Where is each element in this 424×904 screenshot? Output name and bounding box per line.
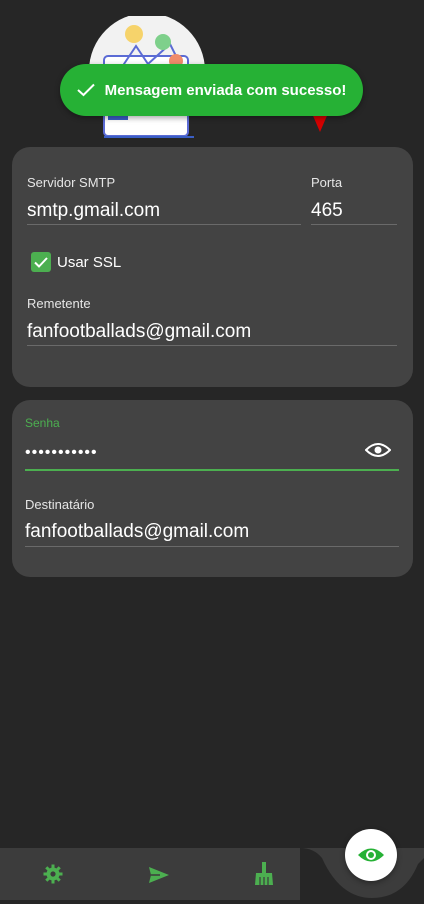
smtp-settings-card: Servidor SMTP smtp.gmail.com Porta 465 U… — [12, 147, 413, 387]
success-toast: Mensagem enviada com sucesso! — [60, 64, 363, 116]
server-input[interactable]: smtp.gmail.com — [27, 200, 160, 222]
eye-icon — [358, 848, 384, 862]
port-input[interactable]: 465 — [311, 200, 343, 222]
send-icon[interactable] — [148, 866, 170, 884]
sender-input[interactable]: fanfootballads@gmail.com — [27, 321, 251, 343]
toast-message: Mensagem enviada com sucesso! — [104, 81, 347, 99]
sender-label: Remetente — [27, 296, 91, 311]
show-password-eye-icon[interactable] — [365, 442, 391, 458]
password-input[interactable]: ••••••••••• — [25, 444, 98, 462]
ssl-label[interactable]: Usar SSL — [57, 254, 121, 271]
recipient-input[interactable]: fanfootballads@gmail.com — [25, 521, 249, 543]
gear-icon[interactable] — [43, 864, 63, 884]
password-label: Senha — [25, 416, 60, 430]
sender-underline — [27, 345, 397, 346]
recipient-underline — [25, 546, 399, 547]
checkbox-check-icon — [34, 256, 48, 268]
auth-card: Senha ••••••••••• Destinatário fanfootba… — [12, 400, 413, 577]
recipient-label: Destinatário — [25, 497, 95, 512]
ssl-checkbox[interactable] — [31, 252, 51, 272]
broom-icon[interactable] — [254, 862, 274, 886]
checkmark-icon — [76, 83, 95, 97]
server-label: Servidor SMTP — [27, 175, 116, 190]
port-label: Porta — [311, 175, 343, 190]
server-underline — [27, 224, 301, 225]
preview-fab[interactable] — [345, 829, 397, 881]
port-underline — [311, 224, 397, 225]
password-underline — [25, 469, 399, 471]
